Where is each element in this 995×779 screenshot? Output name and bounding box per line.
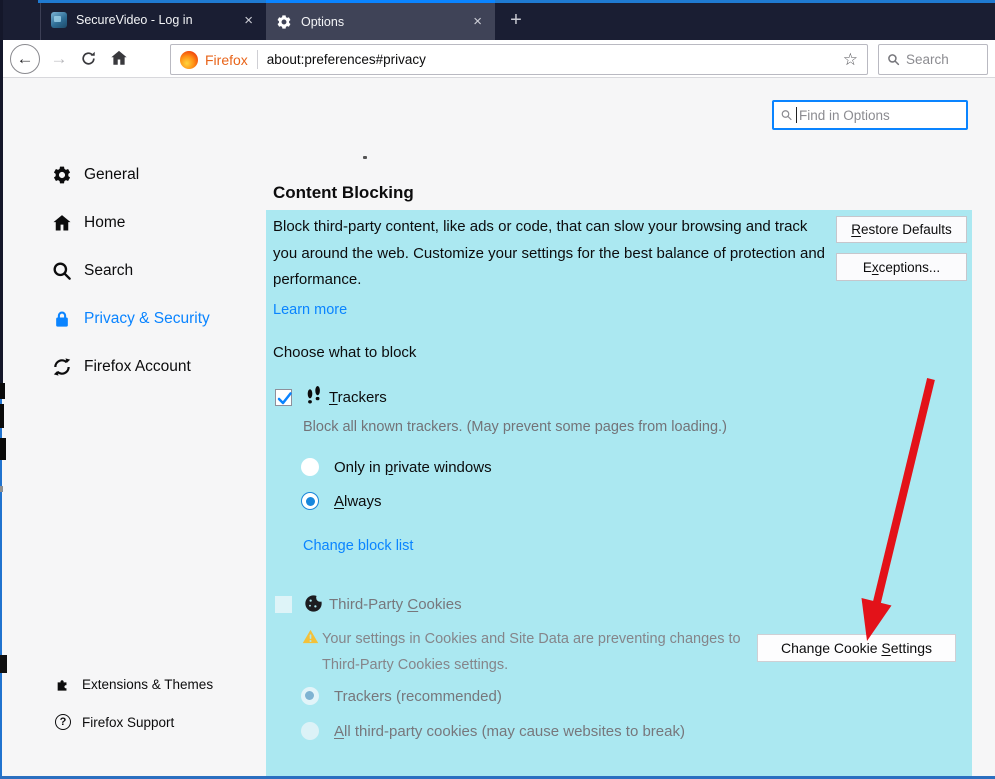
radio-label: All third-party cookies (may cause websi…	[334, 723, 685, 740]
sidebar-item-label: Extensions & Themes	[82, 676, 214, 692]
cookies-warning-text: Your settings in Cookies and Site Data a…	[322, 631, 741, 673]
content-blocking-heading: Content Blocking	[273, 183, 414, 202]
navigation-toolbar: ← → Firefox ☆	[0, 40, 995, 78]
gear-icon	[277, 14, 291, 29]
scrolled-text-remnant	[363, 156, 367, 159]
sidebar-item-firefox-support[interactable]: ? Firefox Support	[40, 710, 260, 734]
gear-icon	[53, 166, 71, 184]
radio-only-private-windows[interactable]	[301, 458, 319, 476]
radio-all-third-party-cookies[interactable]	[301, 722, 319, 740]
reload-icon[interactable]	[80, 50, 97, 67]
content-blocking-description: Block third-party content, like ads or c…	[273, 218, 825, 288]
sidebar-item-firefox-account[interactable]: Firefox Account	[40, 352, 260, 382]
tab-title: SecureVideo - Log in	[76, 13, 193, 27]
home-icon	[53, 215, 71, 231]
securevideo-favicon-icon	[51, 12, 67, 28]
tab-securevideo[interactable]: SecureVideo - Log in ×	[40, 0, 266, 40]
warning-icon	[302, 629, 319, 644]
puzzle-icon	[57, 680, 67, 691]
radio-label: Trackers (recommended)	[334, 688, 502, 705]
background-artifact	[0, 438, 6, 460]
toolbar-search-input[interactable]	[906, 52, 979, 67]
bookmark-star-icon[interactable]: ☆	[843, 50, 858, 70]
trackers-label: Trackers	[329, 389, 387, 406]
restore-defaults-button[interactable]: Restore Defaults	[836, 216, 967, 243]
sidebar-item-label: General	[84, 166, 140, 183]
urlbar-divider	[256, 50, 258, 69]
window-border-left-dark	[0, 0, 3, 385]
help-icon: ?	[55, 714, 71, 730]
forward-button[interactable]: →	[48, 49, 70, 69]
trackers-checkbox[interactable]	[275, 389, 292, 406]
background-artifact	[0, 655, 7, 673]
learn-more-link[interactable]: Learn more	[273, 302, 347, 318]
search-icon	[888, 54, 900, 66]
radio-label: Only in private windows	[334, 459, 492, 476]
change-block-list-link[interactable]: Change block list	[303, 538, 413, 554]
radio-label: Always	[334, 493, 382, 510]
exceptions-button[interactable]: Exceptions...	[836, 253, 967, 281]
firefox-logo-icon	[180, 50, 198, 69]
search-icon	[781, 110, 792, 121]
footprints-icon	[307, 386, 320, 404]
sidebar-item-home[interactable]: Home	[40, 208, 260, 238]
background-artifact	[0, 383, 5, 399]
search-icon	[53, 262, 71, 280]
radio-trackers-recommended[interactable]	[301, 687, 319, 705]
tab-bar: SecureVideo - Log in × Options × +	[0, 0, 995, 40]
sidebar-item-label: Privacy & Security	[84, 310, 210, 327]
change-cookie-settings-button[interactable]: Change Cookie Settings	[757, 634, 956, 662]
firefox-window: SecureVideo - Log in × Options × + ← → F…	[0, 0, 995, 779]
tab-close-icon[interactable]: ×	[241, 12, 256, 29]
sidebar-item-privacy-security[interactable]: Privacy & Security	[40, 304, 260, 334]
choose-what-to-block-label: Choose what to block	[273, 344, 417, 361]
sidebar-item-label: Firefox Account	[84, 358, 191, 375]
third-party-cookies-checkbox[interactable]	[275, 596, 292, 613]
sidebar-item-search[interactable]: Search	[40, 256, 260, 286]
sidebar-item-label: Search	[84, 262, 134, 279]
sidebar-item-extensions-themes[interactable]: Extensions & Themes	[40, 672, 260, 696]
tab-close-icon[interactable]: ×	[470, 13, 485, 30]
background-artifact	[0, 404, 4, 428]
sidebar-item-label: Home	[84, 214, 126, 231]
toolbar-search-box[interactable]	[878, 44, 988, 75]
url-bar[interactable]: Firefox ☆	[170, 44, 868, 75]
sidebar-item-general[interactable]: General	[40, 160, 260, 190]
text-caret	[796, 107, 797, 123]
new-tab-button[interactable]: +	[503, 6, 529, 34]
find-in-options-input[interactable]	[799, 107, 960, 123]
lock-icon	[56, 311, 68, 327]
radio-always[interactable]	[301, 492, 319, 510]
url-input[interactable]	[266, 52, 843, 67]
urlbar-brand-label: Firefox	[205, 51, 248, 68]
cookie-icon	[305, 594, 323, 612]
window-accent-border	[38, 0, 995, 3]
tab-options[interactable]: Options ×	[266, 0, 495, 40]
background-artifact	[0, 486, 3, 492]
home-icon[interactable]	[110, 49, 128, 67]
sidebar-item-label: Firefox Support	[82, 714, 175, 730]
third-party-cookies-label: Third-Party Cookies	[329, 596, 462, 613]
find-in-options-box[interactable]	[772, 100, 968, 130]
checkmark-icon	[277, 392, 292, 405]
trackers-description: Block all known trackers. (May prevent s…	[303, 419, 727, 435]
sync-icon	[53, 358, 71, 376]
tab-title: Options	[301, 14, 345, 29]
back-button[interactable]: ←	[10, 44, 40, 74]
